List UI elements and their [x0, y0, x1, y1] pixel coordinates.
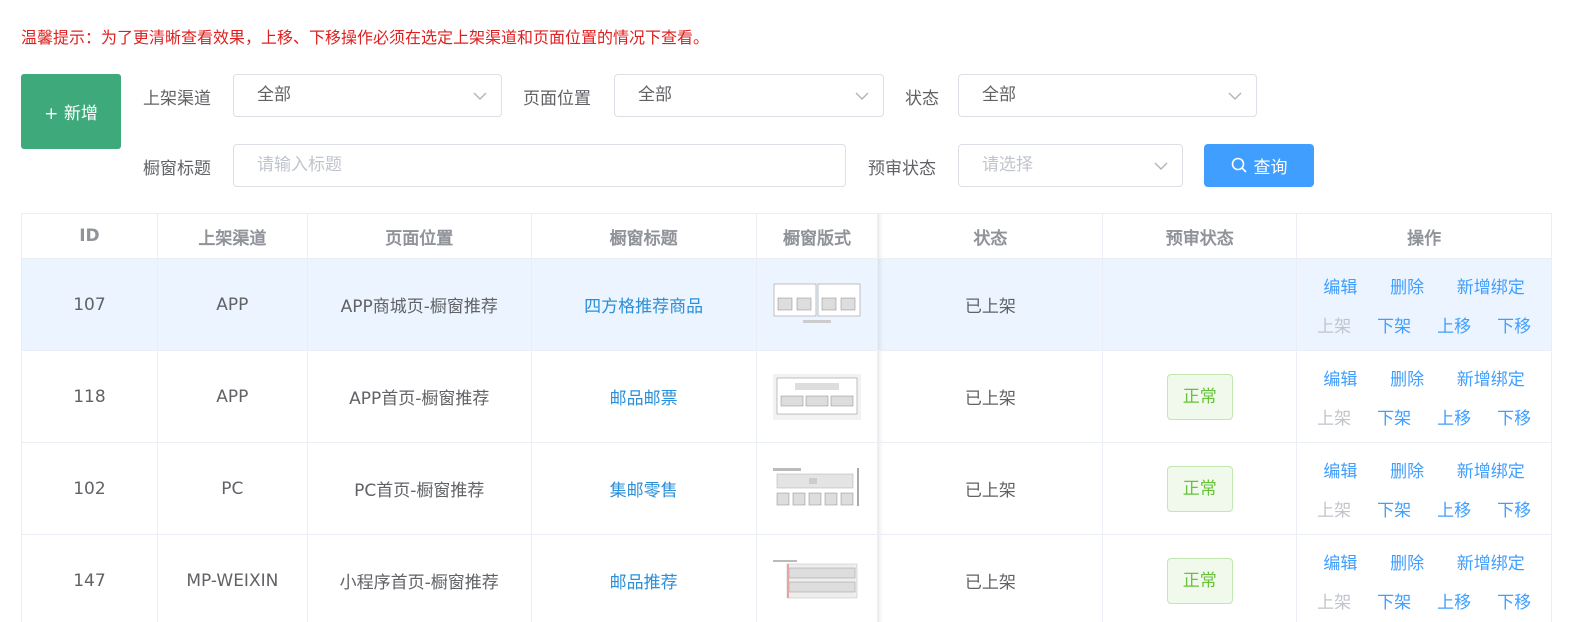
row-position: PC首页-橱窗推荐: [308, 443, 532, 534]
edit-button[interactable]: 编辑: [1323, 549, 1357, 574]
chevron-down-icon: [473, 92, 487, 100]
header-title[interactable]: 橱窗标题: [532, 214, 757, 258]
unshelve-button[interactable]: 下架: [1377, 312, 1411, 337]
move-up-button[interactable]: 上移: [1437, 588, 1471, 613]
search-icon: [1231, 157, 1247, 173]
layout-thumbnail[interactable]: [772, 558, 861, 604]
edit-button[interactable]: 编辑: [1323, 273, 1357, 298]
row-id: 118: [22, 351, 158, 442]
layout-thumbnail[interactable]: [772, 466, 861, 512]
row-channel: APP: [158, 351, 308, 442]
row-channel: APP: [158, 259, 308, 350]
delete-button[interactable]: 删除: [1390, 549, 1424, 574]
title-input-placeholder: 请输入标题: [257, 155, 342, 175]
table-row[interactable]: 147 MP-WEIXIN 小程序首页-橱窗推荐 邮品推荐 已上架 正常 编辑 …: [22, 535, 1553, 622]
row-channel: MP-WEIXIN: [158, 535, 308, 622]
unshelve-button[interactable]: 下架: [1377, 588, 1411, 613]
position-select[interactable]: 全部: [614, 74, 884, 117]
header-id[interactable]: ID: [22, 214, 158, 258]
row-id: 102: [22, 443, 158, 534]
table-row[interactable]: 107 APP APP商城页-橱窗推荐 四方格推荐商品 已上架 编辑 删除 新增…: [22, 259, 1553, 351]
position-label: 页面位置: [523, 89, 591, 109]
header-channel[interactable]: 上架渠道: [158, 214, 308, 258]
row-title-link[interactable]: 四方格推荐商品: [584, 292, 703, 317]
add-binding-button[interactable]: 新增绑定: [1457, 457, 1525, 482]
delete-button[interactable]: 删除: [1390, 457, 1424, 482]
chevron-down-icon: [1154, 162, 1168, 170]
chevron-down-icon: [1228, 92, 1242, 100]
header-position[interactable]: 页面位置: [308, 214, 532, 258]
delete-button[interactable]: 删除: [1390, 273, 1424, 298]
warning-tip: 温馨提示：为了更清晰查看效果，上移、下移操作必须在选定上架渠道和页面位置的情况下…: [21, 28, 710, 47]
move-up-button[interactable]: 上移: [1437, 404, 1471, 429]
review-select[interactable]: 请选择: [958, 144, 1183, 187]
review-status-badge: 正常: [1166, 557, 1233, 604]
move-down-button[interactable]: 下移: [1497, 496, 1531, 521]
table-row[interactable]: 118 APP APP首页-橱窗推荐 邮品邮票 已上架 正常 编辑 删除 新增绑…: [22, 351, 1553, 443]
row-status: 已上架: [878, 535, 1104, 622]
add-button[interactable]: + 新增: [21, 74, 121, 149]
row-review-empty: [1103, 259, 1298, 350]
position-select-value: 全部: [638, 85, 672, 105]
shelve-button: 上架: [1317, 500, 1352, 521]
move-down-button[interactable]: 下移: [1497, 312, 1531, 337]
row-position: APP商城页-橱窗推荐: [308, 259, 532, 350]
table-row[interactable]: 102 PC PC首页-橱窗推荐 集邮零售 已上架 正常 编辑 删除 新增绑定: [22, 443, 1553, 535]
status-select[interactable]: 全部: [958, 74, 1257, 117]
title-input[interactable]: 请输入标题: [233, 144, 846, 187]
title-label: 橱窗标题: [143, 159, 211, 179]
layout-thumbnail[interactable]: [773, 282, 861, 328]
table-header: ID 上架渠道 页面位置 橱窗标题 橱窗版式 状态 预审状态 操作: [22, 214, 1553, 259]
move-up-button[interactable]: 上移: [1437, 312, 1471, 337]
review-status-badge: 正常: [1166, 465, 1233, 512]
row-title-link[interactable]: 邮品邮票: [610, 384, 678, 409]
row-position: 小程序首页-橱窗推荐: [308, 535, 532, 622]
unshelve-button[interactable]: 下架: [1377, 496, 1411, 521]
search-button-label: 查询: [1253, 158, 1288, 178]
row-title-link[interactable]: 集邮零售: [610, 476, 678, 501]
channel-select-value: 全部: [257, 85, 291, 105]
shelve-button: 上架: [1317, 408, 1352, 429]
row-status: 已上架: [878, 443, 1104, 534]
channel-label: 上架渠道: [143, 89, 211, 109]
header-format[interactable]: 橱窗版式: [757, 214, 879, 258]
layout-thumbnail[interactable]: [772, 373, 861, 420]
row-channel: PC: [158, 443, 308, 534]
chevron-down-icon: [855, 92, 869, 100]
status-label: 状态: [905, 89, 939, 109]
move-down-button[interactable]: 下移: [1497, 588, 1531, 613]
shelve-button: 上架: [1317, 592, 1352, 613]
add-binding-button[interactable]: 新增绑定: [1457, 549, 1525, 574]
channel-select[interactable]: 全部: [233, 74, 502, 117]
edit-button[interactable]: 编辑: [1323, 365, 1357, 390]
move-down-button[interactable]: 下移: [1497, 404, 1531, 429]
header-status[interactable]: 状态: [878, 214, 1104, 258]
review-select-placeholder: 请选择: [982, 155, 1033, 175]
search-button[interactable]: 查询: [1204, 144, 1314, 187]
row-status: 已上架: [878, 351, 1104, 442]
edit-button[interactable]: 编辑: [1323, 457, 1357, 482]
row-id: 147: [22, 535, 158, 622]
review-label: 预审状态: [868, 159, 936, 179]
shelve-button: 上架: [1317, 316, 1352, 337]
header-review[interactable]: 预审状态: [1103, 214, 1298, 258]
row-title-link[interactable]: 邮品推荐: [610, 568, 678, 593]
header-operations: 操作: [1297, 214, 1553, 258]
row-position: APP首页-橱窗推荐: [308, 351, 532, 442]
move-up-button[interactable]: 上移: [1437, 496, 1471, 521]
delete-button[interactable]: 删除: [1390, 365, 1424, 390]
add-binding-button[interactable]: 新增绑定: [1457, 273, 1525, 298]
unshelve-button[interactable]: 下架: [1377, 404, 1411, 429]
status-select-value: 全部: [982, 85, 1016, 105]
row-id: 107: [22, 259, 158, 350]
review-status-badge: 正常: [1166, 373, 1233, 420]
window-table: ID 上架渠道 页面位置 橱窗标题 橱窗版式 状态 预审状态 操作 107 AP…: [21, 213, 1553, 622]
add-binding-button[interactable]: 新增绑定: [1457, 365, 1525, 390]
row-status: 已上架: [878, 259, 1104, 350]
